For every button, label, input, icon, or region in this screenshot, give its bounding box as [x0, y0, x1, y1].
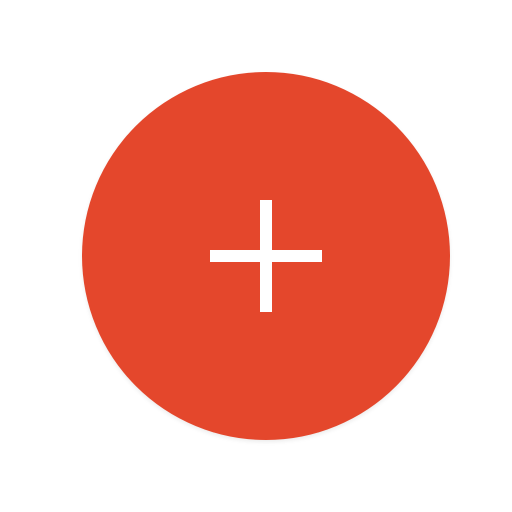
- canvas: [0, 0, 512, 512]
- plus-icon-vertical-bar: [260, 200, 272, 312]
- add-button[interactable]: [82, 72, 450, 440]
- plus-icon: [210, 200, 322, 312]
